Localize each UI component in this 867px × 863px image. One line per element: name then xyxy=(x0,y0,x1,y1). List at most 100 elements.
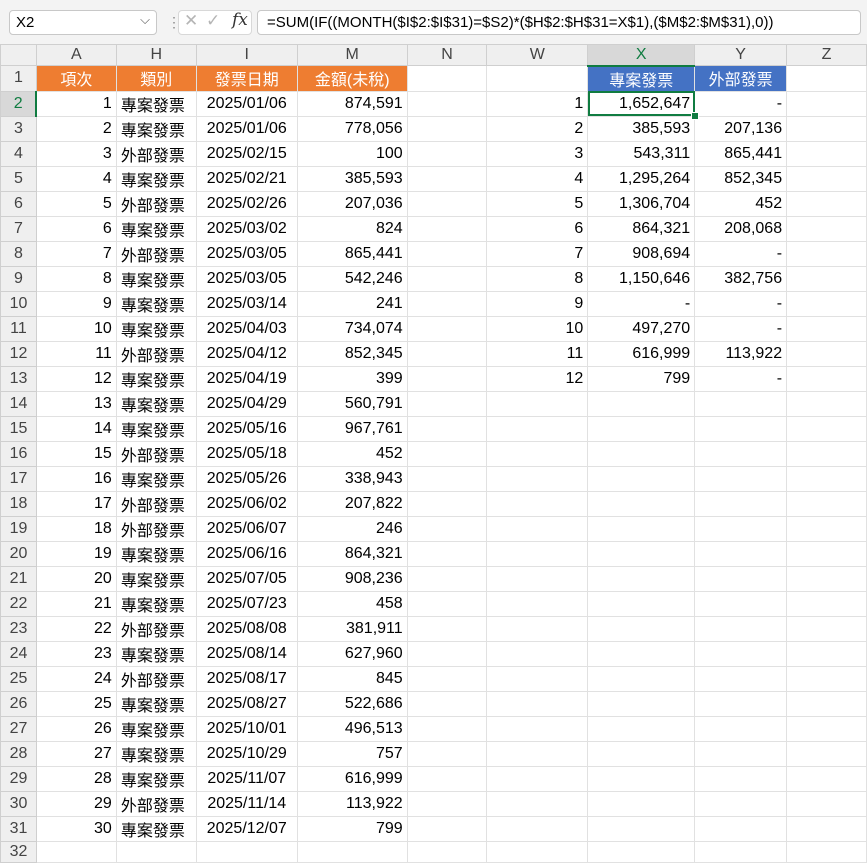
cell[interactable] xyxy=(786,240,867,267)
cell[interactable] xyxy=(406,315,488,342)
cell[interactable] xyxy=(786,690,867,717)
invoice-date-cell[interactable]: 2025/12/07 xyxy=(195,815,298,842)
cell[interactable] xyxy=(694,740,788,767)
amount-cell[interactable]: 627,960 xyxy=(296,640,408,667)
row-header[interactable]: 1 xyxy=(0,65,37,92)
cell[interactable] xyxy=(786,165,867,192)
row-header[interactable]: 2 xyxy=(0,90,38,117)
cell[interactable] xyxy=(786,715,867,742)
invoice-date-cell[interactable]: 2025/03/05 xyxy=(195,265,298,292)
cell[interactable] xyxy=(486,640,589,667)
invoice-date-cell[interactable]: 2025/05/26 xyxy=(195,465,298,492)
external-invoice-total-cell[interactable]: 207,136 xyxy=(694,115,788,142)
cell[interactable] xyxy=(486,440,589,467)
formula-input[interactable]: =SUM(IF((MONTH($I$2:$I$31)=$S2)*($H$2:$H… xyxy=(257,10,861,35)
cell[interactable] xyxy=(587,465,696,492)
invoice-date-cell[interactable]: 2025/08/27 xyxy=(195,690,298,717)
item-no-cell[interactable]: 27 xyxy=(35,740,117,767)
cell[interactable] xyxy=(587,490,696,517)
invoice-date-cell[interactable]: 2025/04/29 xyxy=(195,390,298,417)
project-invoice-total-cell[interactable]: 616,999 xyxy=(587,340,696,367)
item-no-cell[interactable]: 20 xyxy=(35,565,117,592)
amount-cell[interactable]: 778,056 xyxy=(296,115,408,142)
cell[interactable] xyxy=(786,265,867,292)
amount-cell[interactable]: 852,345 xyxy=(296,340,408,367)
amount-cell[interactable]: 542,246 xyxy=(296,265,408,292)
cell[interactable] xyxy=(694,490,788,517)
month-cell[interactable]: 10 xyxy=(486,315,589,342)
project-invoice-total-cell[interactable]: 1,295,264 xyxy=(587,165,696,192)
month-cell[interactable]: 3 xyxy=(486,140,589,167)
cell[interactable] xyxy=(694,715,788,742)
invoice-date-cell[interactable]: 2025/01/06 xyxy=(195,115,298,142)
row-header[interactable]: 21 xyxy=(0,565,37,592)
cell[interactable] xyxy=(406,390,488,417)
cell[interactable] xyxy=(786,290,867,317)
item-no-cell[interactable]: 6 xyxy=(35,215,117,242)
project-invoice-total-cell[interactable]: 497,270 xyxy=(587,315,696,342)
header-amount[interactable]: 金額(未稅) xyxy=(296,65,408,92)
invoice-date-cell[interactable]: 2025/11/07 xyxy=(195,765,298,792)
cell[interactable] xyxy=(406,290,488,317)
amount-cell[interactable]: 100 xyxy=(296,140,408,167)
project-invoice-total-cell[interactable]: 1,652,647 xyxy=(587,90,696,117)
cell[interactable] xyxy=(406,615,488,642)
category-cell[interactable]: 專案發票 xyxy=(115,415,197,442)
cell[interactable] xyxy=(694,765,788,792)
amount-cell[interactable]: 385,593 xyxy=(296,165,408,192)
cell[interactable] xyxy=(406,365,488,392)
item-no-cell[interactable]: 18 xyxy=(35,515,117,542)
category-cell[interactable]: 專案發票 xyxy=(115,315,197,342)
item-no-cell[interactable]: 8 xyxy=(35,265,117,292)
row-header[interactable]: 4 xyxy=(0,140,37,167)
cell[interactable] xyxy=(786,440,867,467)
external-invoice-total-cell[interactable]: 865,441 xyxy=(694,140,788,167)
month-cell[interactable]: 1 xyxy=(486,90,589,117)
amount-cell[interactable]: 246 xyxy=(296,515,408,542)
row-header[interactable]: 23 xyxy=(0,615,37,642)
invoice-date-cell[interactable]: 2025/03/14 xyxy=(195,290,298,317)
invoice-date-cell[interactable]: 2025/06/16 xyxy=(195,540,298,567)
cell[interactable] xyxy=(587,540,696,567)
cell[interactable] xyxy=(786,765,867,792)
cell[interactable] xyxy=(406,715,488,742)
cell[interactable] xyxy=(486,840,589,863)
amount-cell[interactable]: 458 xyxy=(296,590,408,617)
cell[interactable] xyxy=(587,590,696,617)
project-invoice-total-cell[interactable]: - xyxy=(587,290,696,317)
row-header[interactable]: 18 xyxy=(0,490,37,517)
cell[interactable] xyxy=(406,515,488,542)
month-cell[interactable]: 5 xyxy=(486,190,589,217)
cell[interactable] xyxy=(694,590,788,617)
amount-cell[interactable]: 616,999 xyxy=(296,765,408,792)
cell[interactable] xyxy=(786,315,867,342)
cell[interactable] xyxy=(486,765,589,792)
row-header[interactable]: 3 xyxy=(0,115,37,142)
category-cell[interactable]: 專案發票 xyxy=(115,590,197,617)
cell[interactable] xyxy=(786,415,867,442)
row-header[interactable]: 27 xyxy=(0,715,37,742)
category-cell[interactable]: 外部發票 xyxy=(115,340,197,367)
cell[interactable] xyxy=(406,565,488,592)
category-cell[interactable]: 專案發票 xyxy=(115,165,197,192)
category-cell[interactable]: 專案發票 xyxy=(115,115,197,142)
category-cell[interactable]: 外部發票 xyxy=(115,665,197,692)
invoice-date-cell[interactable]: 2025/10/29 xyxy=(195,740,298,767)
invoice-date-cell[interactable]: 2025/07/05 xyxy=(195,565,298,592)
month-cell[interactable]: 2 xyxy=(486,115,589,142)
item-no-cell[interactable]: 13 xyxy=(35,390,117,417)
category-cell[interactable]: 專案發票 xyxy=(115,765,197,792)
column-header-z[interactable]: Z xyxy=(786,44,867,66)
chevron-down-icon[interactable]: ⌵ xyxy=(140,13,150,28)
external-invoice-total-cell[interactable]: - xyxy=(694,90,788,117)
cell[interactable] xyxy=(786,665,867,692)
item-no-cell[interactable]: 19 xyxy=(35,540,117,567)
cell[interactable] xyxy=(486,390,589,417)
invoice-date-cell[interactable]: 2025/05/18 xyxy=(195,440,298,467)
row-header[interactable]: 5 xyxy=(0,165,37,192)
cell[interactable] xyxy=(786,740,867,767)
amount-cell[interactable]: 908,236 xyxy=(296,565,408,592)
cell[interactable] xyxy=(587,640,696,667)
item-no-cell[interactable]: 28 xyxy=(35,765,117,792)
cell[interactable] xyxy=(786,565,867,592)
